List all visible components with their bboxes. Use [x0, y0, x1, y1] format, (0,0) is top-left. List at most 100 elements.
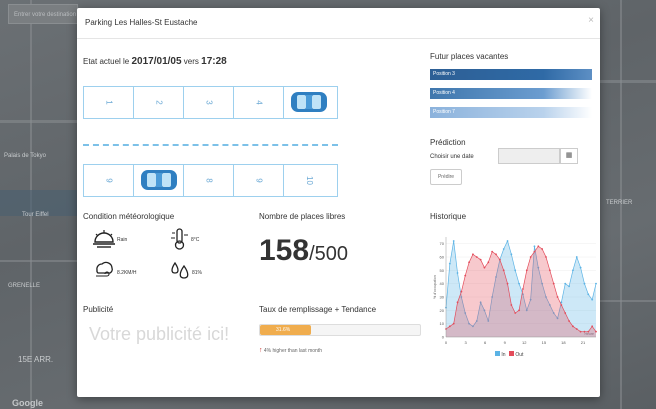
y-tick-label: 40	[440, 281, 445, 286]
modal-header: Parking Les Halles-St Eustache ×	[77, 8, 600, 39]
data-point	[579, 330, 582, 333]
future-place-item[interactable]: Position 7	[430, 107, 592, 118]
future-places-title: Futur places vacantes	[430, 52, 509, 61]
data-point	[522, 288, 524, 290]
data-point	[468, 261, 470, 264]
x-tick-label: 15	[542, 340, 547, 345]
map-search-input[interactable]: Entrer votre destination	[8, 4, 78, 24]
slot-number: 9	[104, 178, 114, 183]
data-point	[491, 250, 494, 253]
data-point	[587, 293, 590, 296]
calendar-icon[interactable]: ▦	[560, 148, 578, 164]
map-label: TERRIER	[606, 200, 633, 206]
future-place-item[interactable]: Position 3	[430, 69, 592, 80]
rain-icon	[93, 230, 115, 248]
legend-swatch-in	[495, 351, 500, 356]
data-point	[448, 325, 451, 328]
data-point	[452, 240, 455, 242]
trend-label: 4% higher than last month	[263, 348, 322, 354]
lot-line	[183, 164, 184, 196]
map-label: 15E ARR.	[18, 355, 54, 364]
data-point	[495, 253, 497, 256]
data-point	[572, 269, 574, 272]
data-point	[510, 253, 513, 256]
data-point	[498, 258, 501, 261]
future-place-item[interactable]: Position 4	[430, 88, 592, 99]
y-axis-label: % d'occupation	[433, 275, 437, 299]
lot-line	[337, 86, 338, 118]
date-input[interactable]	[498, 148, 560, 164]
data-point	[548, 269, 551, 272]
data-point	[506, 282, 509, 285]
weather-text: Rain	[117, 237, 128, 243]
date-label: Choisir une date	[430, 154, 474, 160]
data-point	[479, 258, 482, 261]
total-places-value: /500	[309, 243, 348, 265]
x-tick-label: 18	[561, 340, 566, 345]
fill-rate-progress: 31.6%	[259, 324, 421, 336]
map-label: GRENELLE	[8, 283, 41, 289]
data-point	[456, 301, 459, 304]
data-point	[575, 328, 578, 330]
history-title: Historique	[430, 212, 467, 221]
data-point	[568, 320, 570, 322]
lot-line	[83, 86, 84, 118]
fill-rate-title: Taux de remplissage + Tendance	[259, 305, 377, 314]
lane-divider	[83, 144, 338, 147]
data-point	[472, 253, 474, 256]
slot-number: 8	[204, 178, 214, 183]
predict-button[interactable]: Prédire	[430, 169, 462, 185]
slot-number: 9	[254, 178, 264, 183]
slot-number: 1	[104, 100, 114, 105]
state-time: 17:28	[201, 56, 227, 67]
modal-title: Parking Les Halles-St Eustache	[85, 18, 198, 27]
y-tick-label: 50	[440, 268, 445, 273]
lot-line	[183, 86, 184, 118]
data-point	[575, 256, 578, 258]
data-point	[525, 269, 528, 272]
trend-text: ↑ 4% higher than last month	[259, 347, 322, 354]
data-point	[568, 285, 570, 288]
close-icon[interactable]: ×	[588, 15, 594, 26]
free-places-value: 158	[259, 234, 310, 267]
data-point	[510, 304, 513, 306]
state-mid: vers	[183, 57, 199, 66]
data-point	[583, 282, 586, 285]
data-point	[533, 250, 536, 253]
data-point	[595, 330, 597, 333]
x-tick-label: 21	[581, 340, 586, 345]
car-icon	[291, 92, 327, 112]
fill-rate-label: 31.6%	[276, 327, 291, 333]
chart-legend: In Out	[495, 351, 523, 358]
data-point	[579, 266, 582, 269]
map-label: Tour Eiffel	[22, 212, 49, 218]
data-point	[448, 262, 451, 265]
legend-label-out: Out	[515, 352, 524, 358]
data-point	[506, 240, 509, 242]
lot-line	[83, 196, 338, 197]
data-point	[452, 322, 455, 325]
data-point	[518, 309, 520, 312]
data-point	[595, 282, 597, 285]
legend-label-in: In	[501, 352, 506, 358]
data-point	[541, 248, 544, 250]
lot-line	[337, 164, 338, 196]
y-tick-label: 20	[440, 308, 445, 313]
lot-line	[83, 86, 338, 87]
humidity-text: 81%	[192, 270, 203, 276]
pub-title: Publicité	[83, 305, 114, 314]
map-label: Palais de Tokyo	[4, 153, 46, 159]
data-point	[587, 330, 590, 333]
places-title: Nombre de places libres	[259, 212, 346, 221]
lot-line	[283, 164, 284, 196]
data-point	[464, 274, 467, 277]
y-tick-label: 0	[442, 335, 445, 340]
lot-line	[233, 86, 234, 118]
data-point	[502, 269, 505, 272]
lot-line	[133, 164, 134, 196]
lot-line	[283, 86, 284, 118]
data-point	[533, 245, 536, 248]
data-point	[545, 256, 547, 258]
y-tick-label: 30	[440, 295, 445, 300]
arrow-up-icon: ↑	[259, 347, 263, 354]
